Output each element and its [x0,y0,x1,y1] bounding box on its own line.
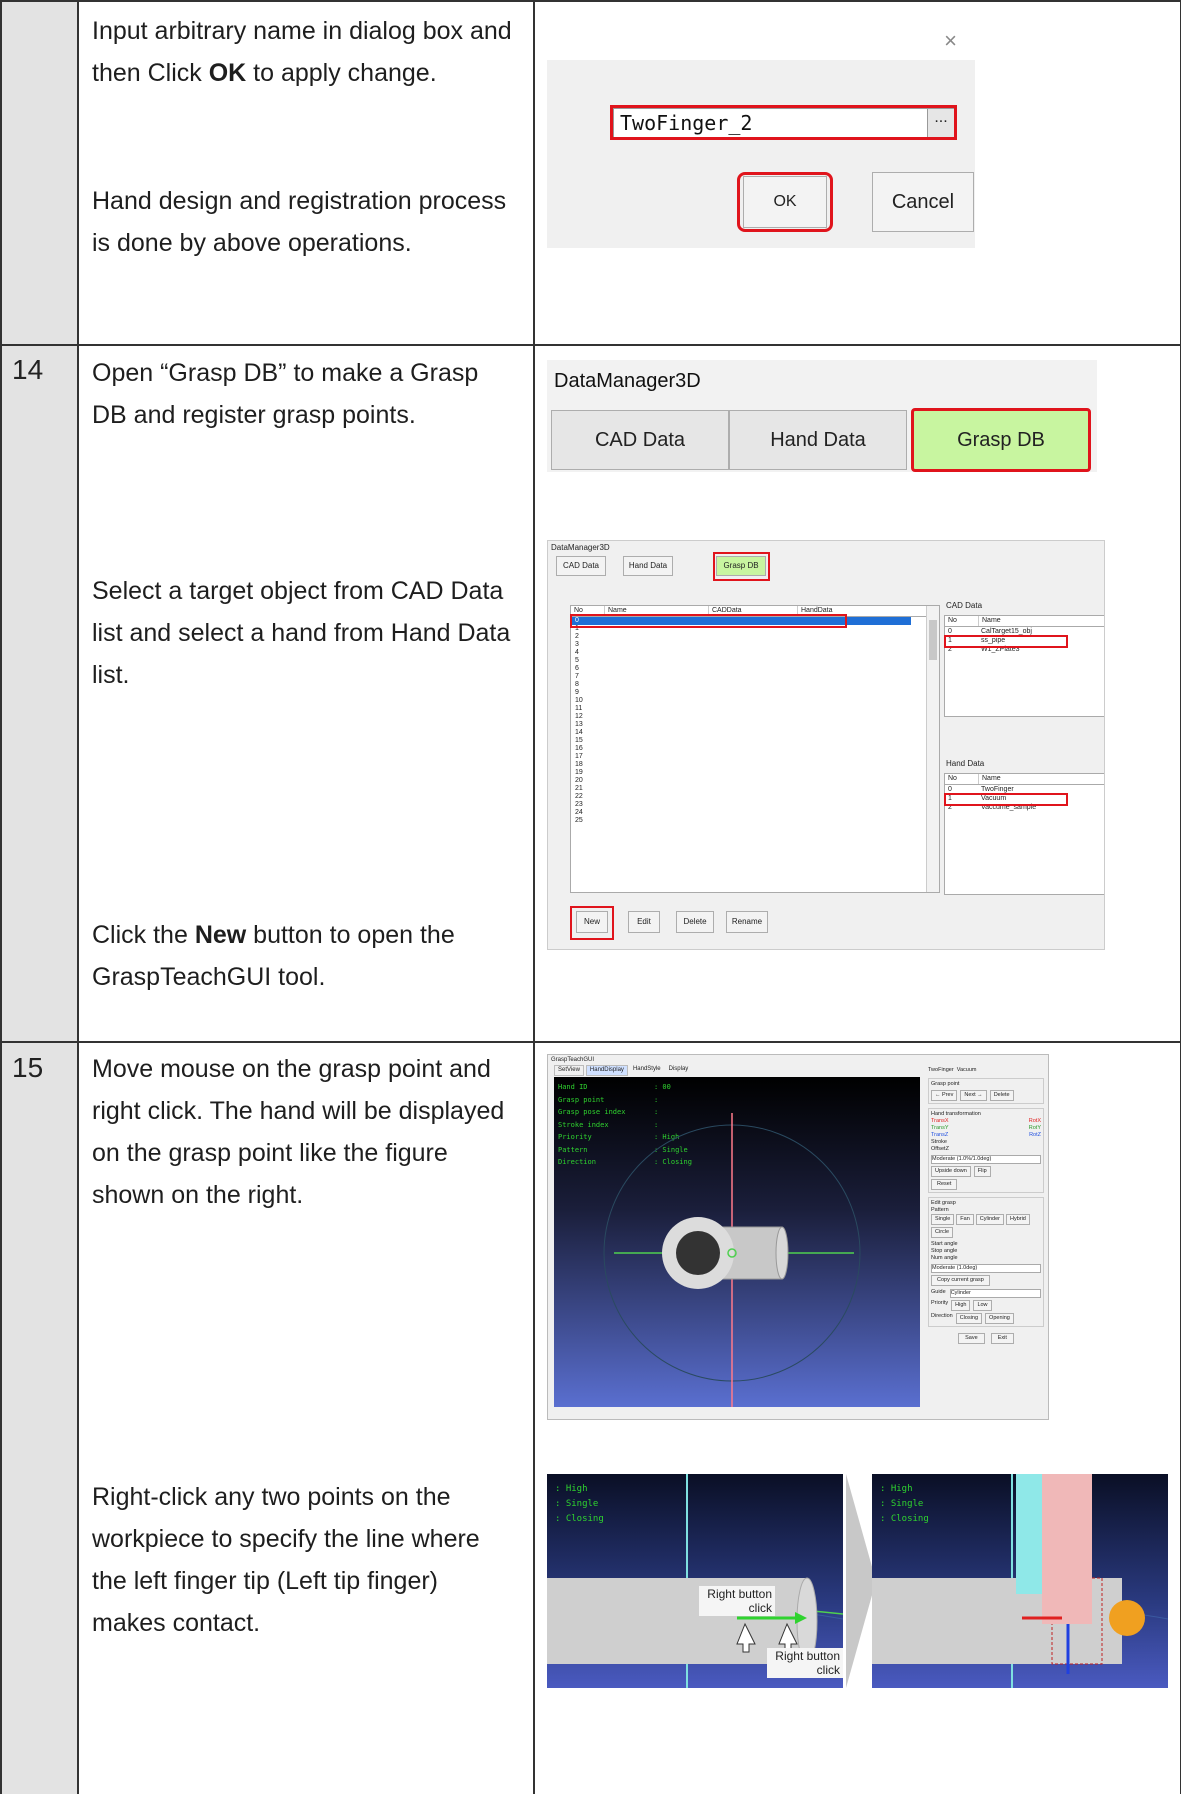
tab-hand-data-small[interactable]: Hand Data [623,556,673,576]
table-row[interactable]: 10 [571,697,911,705]
zoom-before: : High: Single: Closing Right button cli… [547,1474,843,1688]
edit-button[interactable]: Edit [628,911,660,933]
step13-note: Hand design and registration process is … [92,187,507,257]
grasp-db-window: DataManager3D CAD Data Hand Data Grasp D… [547,540,1105,950]
close-icon[interactable]: × [944,28,957,54]
3d-viewport[interactable]: Hand ID: 00 Grasp point: Grasp pose index:… [554,1077,920,1407]
step14-new-instruction: Click the New button to open the GraspTe… [92,921,455,991]
delete-button[interactable]: Delete [676,911,714,933]
hand-selection-highlight [944,793,1068,806]
table-row[interactable]: 16 [571,745,911,753]
table-row[interactable]: 18 [571,761,911,769]
grasp-db-highlight [911,408,1091,472]
grasp-teach-gui: GraspTeachGUI SetView HandDisplay HandSt… [547,1054,1049,1420]
rename-button[interactable]: Rename [726,911,768,933]
table-row[interactable]: 20 [571,777,911,785]
table-row[interactable]: 21 [571,785,911,793]
tab-cad-data-small[interactable]: CAD Data [556,556,606,576]
window-title: DataManager3D [554,370,701,392]
table-row[interactable]: 9 [571,689,911,697]
step14-select-instruction: Select a target object from CAD Data lis… [92,577,511,689]
table-row[interactable]: 7 [571,673,911,681]
table-row[interactable]: 3 [571,641,911,649]
datamanager-tabs-zoom: DataManager3D CAD Data Hand Data Grasp D… [547,360,1097,472]
zoom-after-scene [872,1474,1168,1688]
instruction-table: Input arbitrary name in dialog box and t… [0,0,1181,1794]
table-row[interactable]: 11 [571,705,911,713]
table-row[interactable]: 14 [571,729,911,737]
table-row[interactable]: 15 [571,737,911,745]
gui-tabs: SetView HandDisplay HandStyle Display [554,1065,691,1076]
step13-instruction: Input arbitrary name in dialog box and t… [92,17,512,87]
table-row[interactable]: 2 [571,633,911,641]
new-highlight [570,906,614,940]
step-number: 14 [12,354,44,385]
cancel-button[interactable]: Cancel [872,172,974,232]
cylinder-end [775,1226,789,1280]
table-row[interactable]: 19 [571,769,911,777]
step15-line-instruction: Right-click any two points on the workpi… [92,1483,480,1637]
tab-hand-data[interactable]: Hand Data [729,410,907,470]
ok-highlight [737,172,833,232]
row0-highlight [570,614,847,628]
table-row[interactable]: 8 [571,681,911,689]
table-row[interactable]: 22 [571,793,911,801]
step-number: 15 [12,1052,44,1083]
table-row[interactable]: 23 [571,801,911,809]
grasp-table[interactable]: No Name CADData HandData 0 1 2 3 4 5 6 7 8 9 10 11 1… [570,605,940,893]
tab-cad-data[interactable]: CAD Data [551,410,729,470]
scrollbar[interactable] [926,606,939,892]
zoom-after: : High: Single: Closing [872,1474,1168,1688]
table-row[interactable]: 5 [571,657,911,665]
table-row[interactable]: 6 [571,665,911,673]
callout-right-click-1: Right button click [699,1586,775,1616]
table-row[interactable]: 12 [571,713,911,721]
cylinder-hole [676,1231,720,1275]
hand-control-panel: TwoFinger Vacuum Grasp point ← Prev Next … [928,1067,1044,1409]
table-row[interactable]: 13 [571,721,911,729]
input-highlight [610,105,957,140]
step-number-column [0,0,79,1794]
viewport-scene [603,1113,861,1407]
table-row[interactable]: 4 [571,649,911,657]
table-row[interactable]: 25 [571,817,911,825]
hand-data-list[interactable]: No Name 0 TwoFinger 1 Vacuum 2 Vaccume_sample [944,773,1104,895]
cad-data-list[interactable]: No Name 0 CalTarget15_obj 1 ss_pipe 2 W1_ZPla… [944,615,1104,717]
cad-selection-highlight [944,635,1068,648]
table-row[interactable]: 24 [571,809,911,817]
table-row[interactable]: 17 [571,753,911,761]
step15-instruction: Move mouse on the grasp point and right … [92,1055,505,1209]
rename-dialog: × TwoFinger_2 ... OK Cancel [547,26,975,248]
step14-instruction: Open “Grasp DB” to make a Grasp DB and r… [92,359,479,429]
callout-right-click-2: Right button click [767,1648,843,1678]
